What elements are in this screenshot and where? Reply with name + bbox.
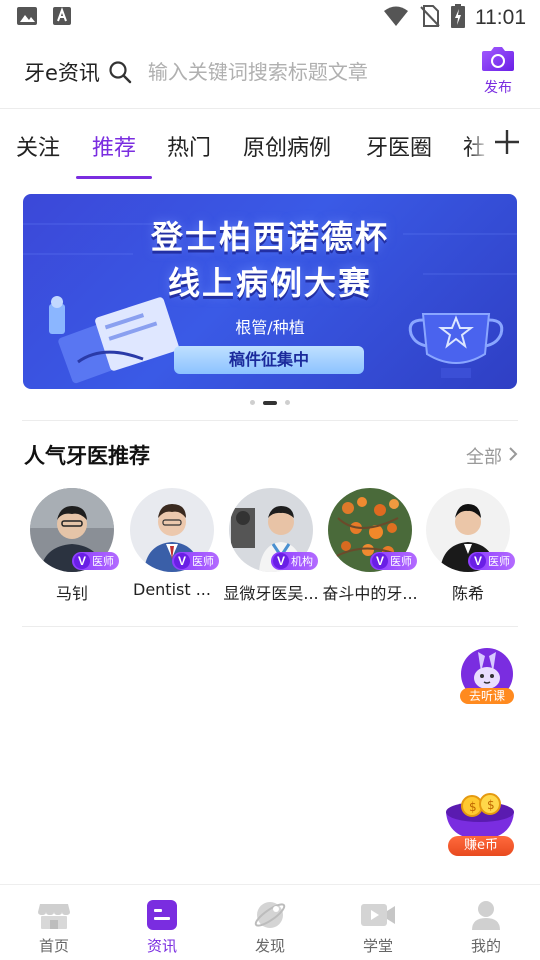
see-all-link[interactable]: 全部 — [466, 443, 518, 469]
verified-icon: V — [372, 553, 388, 569]
dentist-card[interactable]: V 医师 马钊 — [24, 488, 120, 603]
news-icon — [145, 899, 179, 931]
no-sim-icon — [419, 4, 441, 32]
dentist-name: 马钊 — [55, 584, 88, 603]
banner-title-line2: 线上病例大赛 — [167, 264, 372, 302]
carousel-dot-active — [263, 400, 277, 405]
role-badge: V 医师 — [72, 552, 119, 570]
discover-icon — [253, 899, 287, 931]
tab-follow[interactable]: 关注 — [16, 130, 60, 162]
search-icon[interactable] — [108, 59, 134, 85]
video-icon — [361, 899, 395, 931]
badge-label: 机构 — [291, 555, 313, 568]
promo-banner[interactable]: 登士柏西诺德杯 线上病例大赛 根管/种植 稿件征集中 — [23, 194, 517, 389]
publish-button[interactable]: 发布 — [478, 46, 518, 97]
verified-icon: V — [74, 553, 90, 569]
clock: 11:01 — [475, 6, 526, 29]
header: 牙e资讯 发布 — [0, 44, 540, 100]
earn-coins-float-button[interactable]: $ $ 赚e币 — [442, 786, 518, 858]
nav-label: 学堂 — [362, 937, 393, 955]
role-badge: V 机构 — [271, 552, 318, 570]
bottom-nav: 首页 资讯 发现 学堂 我的 — [0, 884, 540, 960]
dentist-card[interactable]: V 医师 陈希 — [420, 488, 516, 603]
earn-coins-label: 赚e币 — [448, 836, 514, 856]
dentist-card[interactable]: V 医师 Dentist ... — [124, 488, 220, 599]
category-tabs: 关注 推荐 热门 原创病例 牙医圈 社 — [0, 122, 540, 182]
carousel-indicator — [0, 400, 540, 405]
section-divider — [22, 626, 518, 627]
nav-school[interactable]: 学堂 — [324, 885, 432, 960]
status-bar: 11:01 — [0, 0, 540, 36]
listen-course-float-button[interactable]: 去听课 — [458, 646, 516, 706]
badge-label: 医师 — [192, 555, 214, 568]
carousel-dot — [250, 400, 255, 405]
banner-cta-button[interactable]: 稿件征集中 — [174, 346, 364, 374]
nav-home[interactable]: 首页 — [0, 885, 108, 960]
banner-subtitle: 根管/种植 — [235, 318, 305, 337]
tab-dentist-circle[interactable]: 牙医圈 — [366, 130, 432, 162]
nav-profile[interactable]: 我的 — [432, 885, 540, 960]
nav-news[interactable]: 资讯 — [108, 885, 216, 960]
add-tab-icon[interactable] — [494, 128, 520, 160]
dentist-name: 奋斗中的牙... — [322, 584, 418, 603]
nav-label: 我的 — [470, 937, 501, 955]
dentist-name: 陈希 — [451, 584, 484, 603]
tab-hot[interactable]: 热门 — [167, 130, 211, 162]
see-all-label: 全部 — [466, 447, 502, 468]
role-badge: V 医师 — [468, 552, 515, 570]
home-icon — [37, 899, 71, 931]
svg-text:$: $ — [469, 800, 477, 814]
text-app-icon — [52, 6, 72, 30]
app-title: 牙e资讯 — [24, 61, 100, 85]
carousel-dot — [285, 400, 290, 405]
nav-label: 资讯 — [146, 937, 177, 955]
tab-original-cases[interactable]: 原创病例 — [243, 130, 331, 162]
publish-label: 发布 — [484, 80, 512, 96]
gallery-icon — [16, 6, 38, 30]
role-badge: V 医师 — [370, 552, 417, 570]
banner-title-line1: 登士柏西诺德杯 — [150, 218, 389, 256]
dentist-name: 显微牙医吴... — [223, 584, 319, 603]
nav-discover[interactable]: 发现 — [216, 885, 324, 960]
role-badge: V 医师 — [172, 552, 219, 570]
badge-label: 医师 — [390, 555, 412, 568]
svg-text:$: $ — [487, 798, 495, 812]
wifi-icon — [383, 5, 409, 31]
badge-label: 医师 — [488, 555, 510, 568]
nav-label: 发现 — [254, 937, 285, 955]
dentist-card[interactable]: V 机构 显微牙医吴... — [223, 488, 319, 603]
section-title: 人气牙医推荐 — [24, 444, 150, 468]
header-divider — [0, 108, 540, 109]
nav-label: 首页 — [38, 937, 69, 955]
battery-charging-icon — [451, 4, 465, 32]
listen-course-label: 去听课 — [460, 688, 514, 704]
dentist-name: Dentist ... — [133, 580, 211, 599]
verified-icon: V — [174, 553, 190, 569]
tab-recommend[interactable]: 推荐 — [92, 130, 136, 162]
active-tab-indicator — [76, 176, 152, 179]
section-divider — [22, 420, 518, 421]
camera-icon — [481, 46, 515, 76]
dentist-card[interactable]: V 医师 奋斗中的牙... — [322, 488, 418, 603]
search-input[interactable] — [147, 60, 448, 84]
verified-icon: V — [273, 553, 289, 569]
badge-label: 医师 — [92, 555, 114, 568]
profile-icon — [469, 899, 503, 931]
chevron-right-icon — [508, 446, 518, 467]
verified-icon: V — [470, 553, 486, 569]
